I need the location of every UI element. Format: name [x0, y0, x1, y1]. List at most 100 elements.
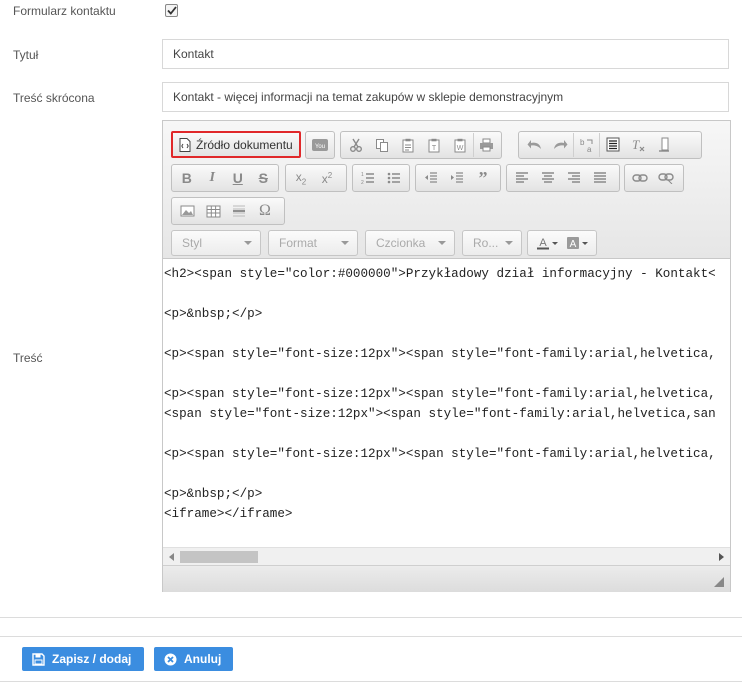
save-button[interactable]: Zapisz / dodaj: [22, 647, 144, 671]
underline-icon[interactable]: U: [225, 166, 251, 190]
table-icon[interactable]: [200, 199, 226, 223]
text-color-button[interactable]: A: [536, 236, 558, 250]
unlink-icon[interactable]: [653, 166, 679, 190]
indent-icon[interactable]: [444, 166, 470, 190]
image-icon[interactable]: [174, 199, 200, 223]
svg-text:b: b: [580, 138, 585, 147]
summary-label: Treść skrócona: [13, 91, 95, 105]
code-line: <p>&nbsp;</p>: [164, 487, 263, 501]
source-icon: [179, 137, 191, 152]
numbered-list-icon[interactable]: 12: [355, 166, 381, 190]
save-icon: [32, 652, 45, 666]
divider: [0, 636, 742, 637]
edit-group: ba T: [518, 131, 702, 159]
undo-icon[interactable]: [521, 133, 547, 157]
contact-form-checkbox[interactable]: [165, 4, 178, 17]
code-line: <p>&nbsp;</p>: [164, 307, 263, 321]
code-line: <p><span style="font-size:12px"><span st…: [164, 447, 716, 461]
chevron-down-icon: [582, 241, 588, 245]
youtube-group: You: [305, 131, 335, 159]
svg-text:W: W: [457, 145, 464, 152]
strikethrough-icon[interactable]: S: [251, 166, 277, 190]
chevron-down-icon: [438, 241, 446, 245]
italic-icon[interactable]: I: [200, 166, 226, 190]
cancel-button-label: Anuluj: [184, 652, 222, 666]
resize-handle-icon[interactable]: [714, 577, 724, 587]
size-combo[interactable]: Ro...: [462, 230, 522, 256]
spellcheck-icon[interactable]: [651, 133, 677, 157]
paste-text-icon[interactable]: T: [421, 133, 447, 157]
content-label: Treść: [13, 351, 43, 365]
basic-style-group: B I U S: [171, 164, 279, 192]
style-combo[interactable]: Styl: [171, 230, 261, 256]
paste-word-icon[interactable]: W: [447, 133, 473, 157]
background-color-button[interactable]: A: [566, 236, 588, 250]
insert-group: Ω: [171, 197, 285, 225]
contact-form-label: Formularz kontaktu: [13, 4, 116, 18]
paste-icon[interactable]: [395, 133, 421, 157]
svg-text:A: A: [570, 239, 577, 250]
chevron-down-icon: [244, 241, 252, 245]
size-combo-label: Ro...: [473, 236, 499, 250]
bulleted-list-icon[interactable]: [381, 166, 407, 190]
indent-group: ”: [415, 164, 501, 192]
cut-icon[interactable]: [343, 133, 369, 157]
scroll-thumb[interactable]: [180, 551, 258, 563]
checkmark-icon: [166, 6, 177, 15]
content-editor: Źródło dokumentu You T W b a T B I U S x…: [162, 120, 731, 592]
redo-icon[interactable]: [547, 133, 573, 157]
code-line: <p><span style="font-size:12px"><span st…: [164, 347, 716, 361]
horizontal-line-icon[interactable]: [226, 199, 252, 223]
color-group: A A: [527, 230, 597, 256]
select-all-icon[interactable]: [599, 133, 625, 157]
divider: [0, 617, 742, 618]
editor-toolbar: Źródło dokumentu You T W b a T B I U S x…: [163, 121, 730, 259]
chevron-down-icon: [341, 241, 349, 245]
horizontal-scrollbar[interactable]: [163, 547, 730, 565]
code-line: <h2><span style="color:#000000">Przykład…: [164, 267, 716, 281]
source-button-label: Źródło dokumentu: [196, 137, 293, 152]
title-input[interactable]: Kontakt: [162, 39, 729, 69]
save-button-label: Zapisz / dodaj: [52, 652, 132, 666]
code-line: <span style="font-size:12px"><span style…: [164, 407, 716, 421]
youtube-icon[interactable]: You: [308, 133, 332, 157]
replace-icon[interactable]: ba: [573, 133, 599, 157]
code-line: <iframe></iframe>: [164, 507, 293, 521]
svg-text:1: 1: [361, 172, 364, 178]
copy-icon[interactable]: [369, 133, 395, 157]
font-combo-label: Czcionka: [376, 236, 426, 250]
list-group: 12: [352, 164, 410, 192]
align-right-icon[interactable]: [561, 166, 587, 190]
svg-text:A: A: [539, 237, 547, 249]
source-document-button[interactable]: Źródło dokumentu: [171, 131, 301, 158]
align-center-icon[interactable]: [535, 166, 561, 190]
remove-format-icon[interactable]: T: [625, 133, 651, 157]
source-code-area[interactable]: <h2><span style="color:#000000">Przykład…: [163, 260, 730, 547]
background-color-icon: A: [567, 237, 579, 250]
subscript-icon[interactable]: x2: [288, 166, 314, 190]
title-label: Tytuł: [13, 48, 39, 62]
divider: [0, 681, 742, 682]
align-justify-icon[interactable]: [587, 166, 613, 190]
bold-icon[interactable]: B: [174, 166, 200, 190]
scroll-left-arrow-icon[interactable]: [169, 553, 174, 561]
link-icon[interactable]: [627, 166, 653, 190]
blockquote-icon[interactable]: ”: [470, 166, 496, 190]
summary-input[interactable]: Kontakt - więcej informacji na temat zak…: [162, 82, 729, 112]
superscript-icon[interactable]: x2: [314, 166, 340, 190]
svg-text:a: a: [587, 145, 592, 153]
svg-text:2: 2: [361, 180, 364, 185]
format-combo[interactable]: Format: [268, 230, 358, 256]
font-combo[interactable]: Czcionka: [365, 230, 455, 256]
print-icon[interactable]: [473, 133, 499, 157]
scroll-right-arrow-icon[interactable]: [719, 553, 724, 561]
text-color-icon: A: [537, 237, 549, 250]
format-combo-label: Format: [279, 236, 318, 250]
cancel-button[interactable]: Anuluj: [154, 647, 233, 671]
special-char-icon[interactable]: Ω: [252, 199, 278, 223]
chevron-down-icon: [505, 241, 513, 245]
outdent-icon[interactable]: [418, 166, 444, 190]
code-line: <p><span style="font-size:12px"><span st…: [164, 387, 716, 401]
svg-text:T: T: [632, 138, 640, 152]
align-left-icon[interactable]: [509, 166, 535, 190]
